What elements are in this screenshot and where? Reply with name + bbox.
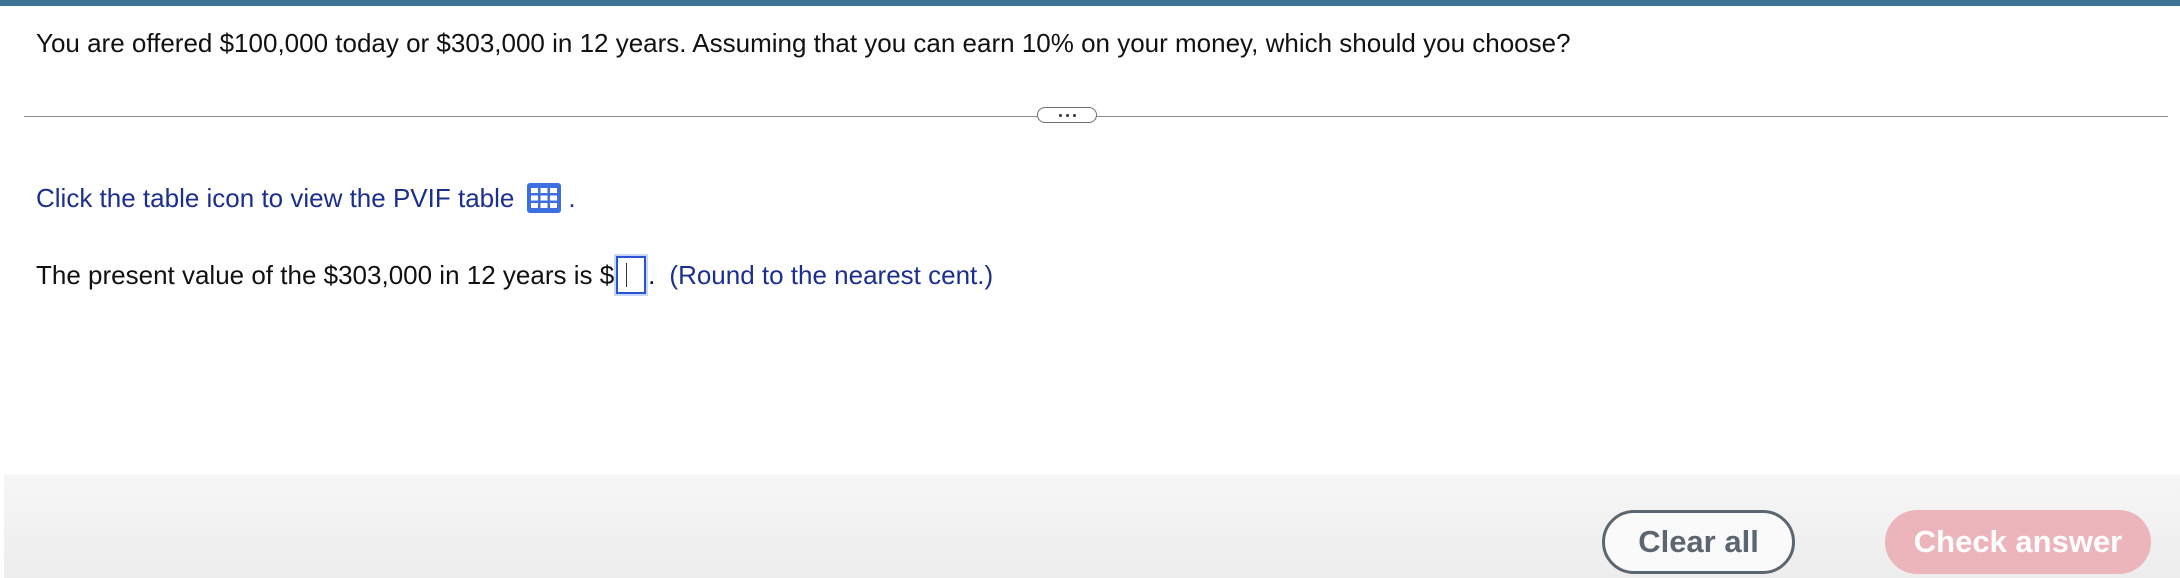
clear-all-button[interactable]: Clear all bbox=[1602, 510, 1795, 574]
table-hint: Click the table icon to view the PVIF ta… bbox=[36, 182, 576, 214]
question-page: You are offered $100,000 today or $303,0… bbox=[0, 0, 2180, 578]
dot bbox=[1058, 113, 1062, 117]
text-caret bbox=[626, 263, 628, 287]
present-value-input[interactable] bbox=[616, 256, 647, 294]
question-text: You are offered $100,000 today or $303,0… bbox=[36, 28, 1571, 58]
dot bbox=[1065, 113, 1069, 117]
more-dots-icon[interactable] bbox=[1037, 107, 1097, 123]
answer-line: The present value of the $303,000 in 12 … bbox=[36, 256, 993, 294]
answer-prefix: The present value of the $303,000 in 12 … bbox=[36, 259, 615, 290]
dot bbox=[1072, 113, 1076, 117]
table-hint-text: Click the table icon to view the PVIF ta… bbox=[36, 182, 515, 213]
rounding-note: (Round to the nearest cent.) bbox=[669, 259, 994, 290]
table-grid-icon[interactable] bbox=[526, 182, 562, 214]
top-accent-bar bbox=[0, 0, 2180, 6]
footer-bar bbox=[4, 475, 2180, 578]
check-answer-button[interactable]: Check answer bbox=[1885, 510, 2151, 574]
answer-suffix: . bbox=[648, 259, 656, 290]
table-hint-period: . bbox=[568, 182, 576, 213]
